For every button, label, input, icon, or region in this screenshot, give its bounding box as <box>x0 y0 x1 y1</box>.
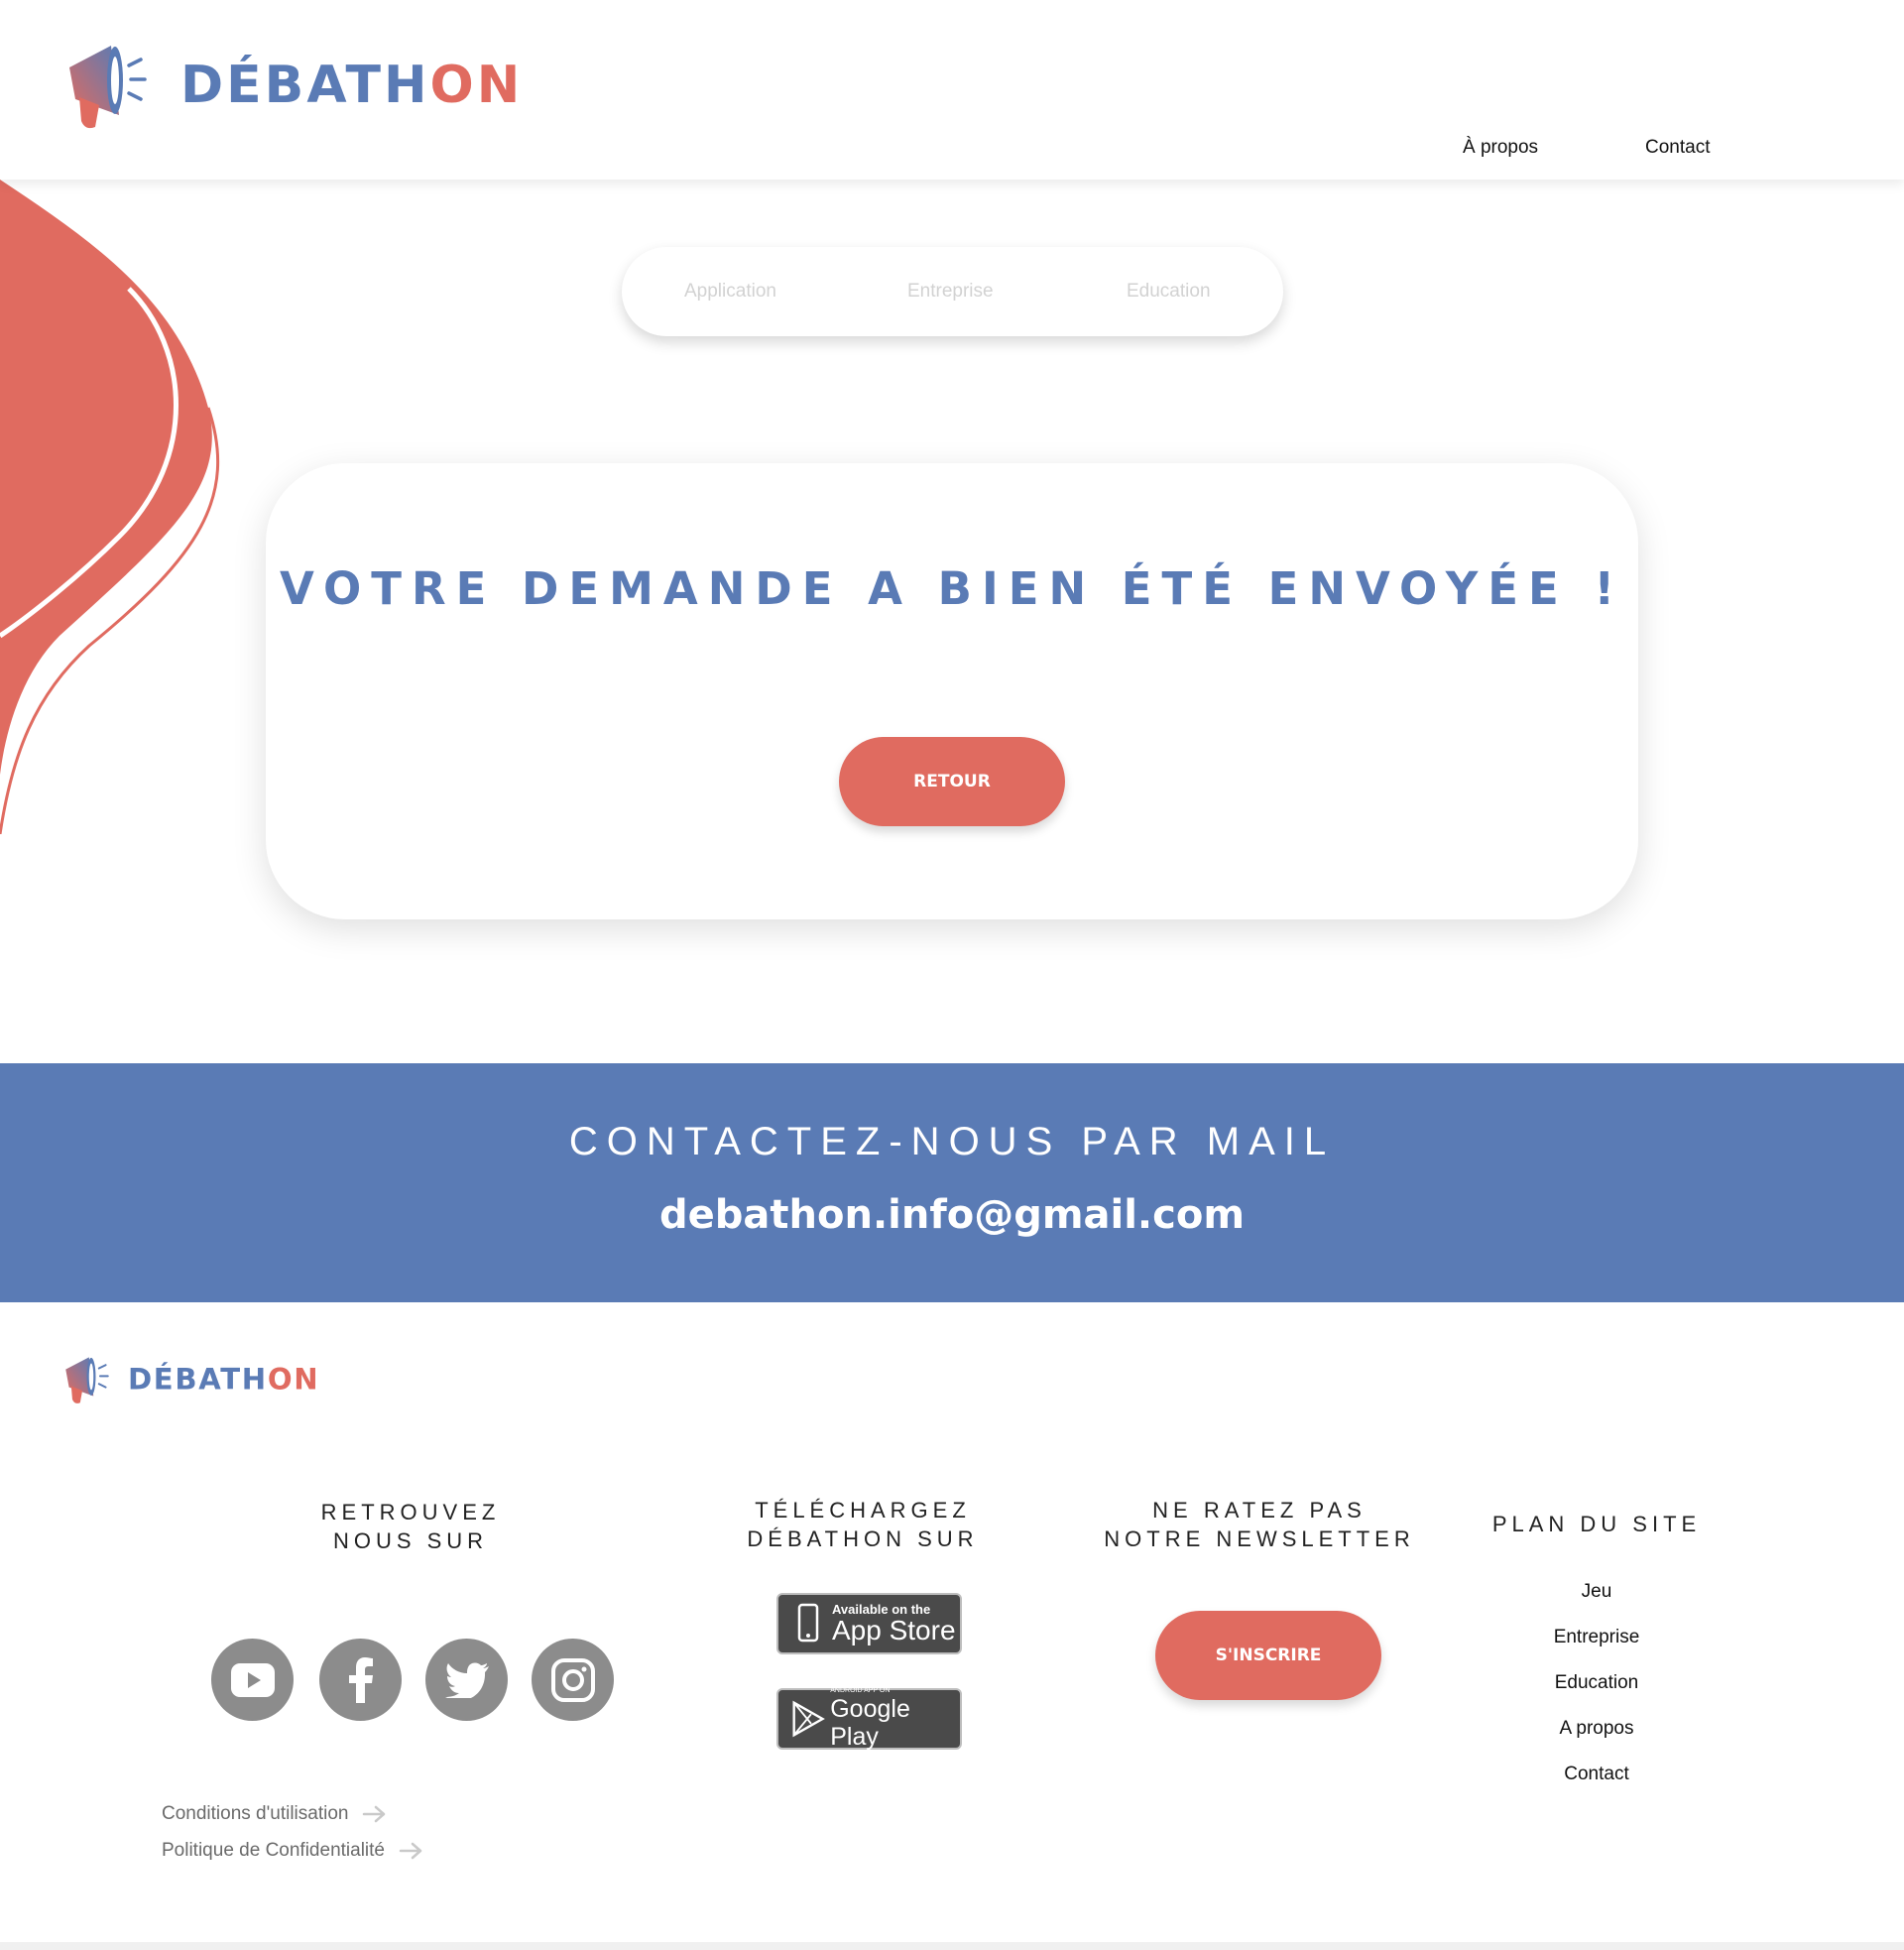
terms-link[interactable]: Conditions d'utilisation <box>162 1803 388 1825</box>
arrow-right-icon <box>399 1842 422 1860</box>
twitter-icon[interactable] <box>425 1639 508 1721</box>
footer-logo[interactable]: DÉBATHON <box>63 1354 319 1405</box>
footer-social-title: RETROUVEZ NOUS SUR <box>320 1500 501 1553</box>
sitemap-link-entreprise[interactable]: Entreprise <box>1478 1627 1716 1648</box>
facebook-icon[interactable] <box>319 1639 402 1721</box>
category-tabs: Application Entreprise Education <box>622 247 1283 336</box>
google-play-small: ANDROID APP ON <box>830 1687 891 1694</box>
bottom-divider <box>0 1942 1904 1950</box>
header: DÉBATHON À propos Contact <box>0 0 1904 180</box>
youtube-icon[interactable] <box>211 1639 294 1721</box>
contact-band: CONTACTEZ-NOUS PAR MAIL debathon.info@gm… <box>0 1063 1904 1302</box>
tab-application[interactable]: Application <box>684 281 776 303</box>
contact-band-title: CONTACTEZ-NOUS PAR MAIL <box>568 1120 1336 1163</box>
footer-newsletter-title: NE RATEZ PAS NOTRE NEWSLETTER <box>1104 1498 1415 1551</box>
play-store-icon <box>792 1700 825 1738</box>
tab-entreprise[interactable]: Entreprise <box>907 281 994 303</box>
confirmation-title: VOTRE DEMANDE A BIEN ÉTÉ ENVOYÉE ! <box>280 562 1624 615</box>
sitemap-link-a-propos[interactable]: A propos <box>1478 1718 1716 1740</box>
privacy-label: Politique de Confidentialité <box>162 1840 385 1861</box>
nav-about[interactable]: À propos <box>1463 137 1538 159</box>
logo-wordmark-blue: DÉBATH <box>180 56 430 115</box>
megaphone-icon <box>65 1357 109 1403</box>
logo[interactable]: DÉBATHON <box>65 40 523 131</box>
logo-wordmark: DÉBATHON <box>180 56 523 115</box>
terms-label: Conditions d'utilisation <box>162 1803 349 1824</box>
google-play-big: Google Play <box>830 1695 910 1751</box>
footer-download-title: TÉLÉCHARGEZ DÉBATHON SUR <box>747 1498 979 1551</box>
megaphone-icon <box>69 46 147 129</box>
tab-education[interactable]: Education <box>1127 281 1211 303</box>
phone-icon <box>797 1603 819 1643</box>
footer-logo-wordmark-blue: DÉBATH <box>127 1362 268 1397</box>
privacy-link[interactable]: Politique de Confidentialité <box>162 1840 424 1862</box>
logo-wordmark-coral: ON <box>429 56 524 115</box>
instagram-icon[interactable] <box>532 1639 614 1721</box>
confirmation-card: VOTRE DEMANDE A BIEN ÉTÉ ENVOYÉE ! RETOU… <box>266 463 1638 919</box>
contact-email-link[interactable]: debathon.info@gmail.com <box>0 1192 1904 1238</box>
nav-contact[interactable]: Contact <box>1645 137 1710 159</box>
app-store-big: App Store <box>832 1615 956 1645</box>
footer-plan-title: PLAN DU SITE <box>1491 1512 1702 1536</box>
sitemap-link-contact[interactable]: Contact <box>1478 1764 1716 1785</box>
page: DÉBATHON À propos Contact Application En… <box>0 0 1904 1950</box>
sitemap-link-education[interactable]: Education <box>1478 1672 1716 1694</box>
arrow-right-icon <box>363 1805 386 1823</box>
footer-logo-wordmark: DÉBATHON <box>128 1363 319 1397</box>
footer-logo-wordmark-coral: ON <box>267 1362 320 1397</box>
decorative-swoosh <box>0 180 220 834</box>
back-button[interactable]: RETOUR <box>839 737 1065 826</box>
app-store-badge[interactable]: Available on the App Store <box>776 1593 962 1654</box>
google-play-badge[interactable]: ANDROID APP ON Google Play <box>776 1687 962 1751</box>
newsletter-subscribe-button[interactable]: S'INSCRIRE <box>1155 1611 1381 1700</box>
sitemap-link-jeu[interactable]: Jeu <box>1478 1581 1716 1603</box>
